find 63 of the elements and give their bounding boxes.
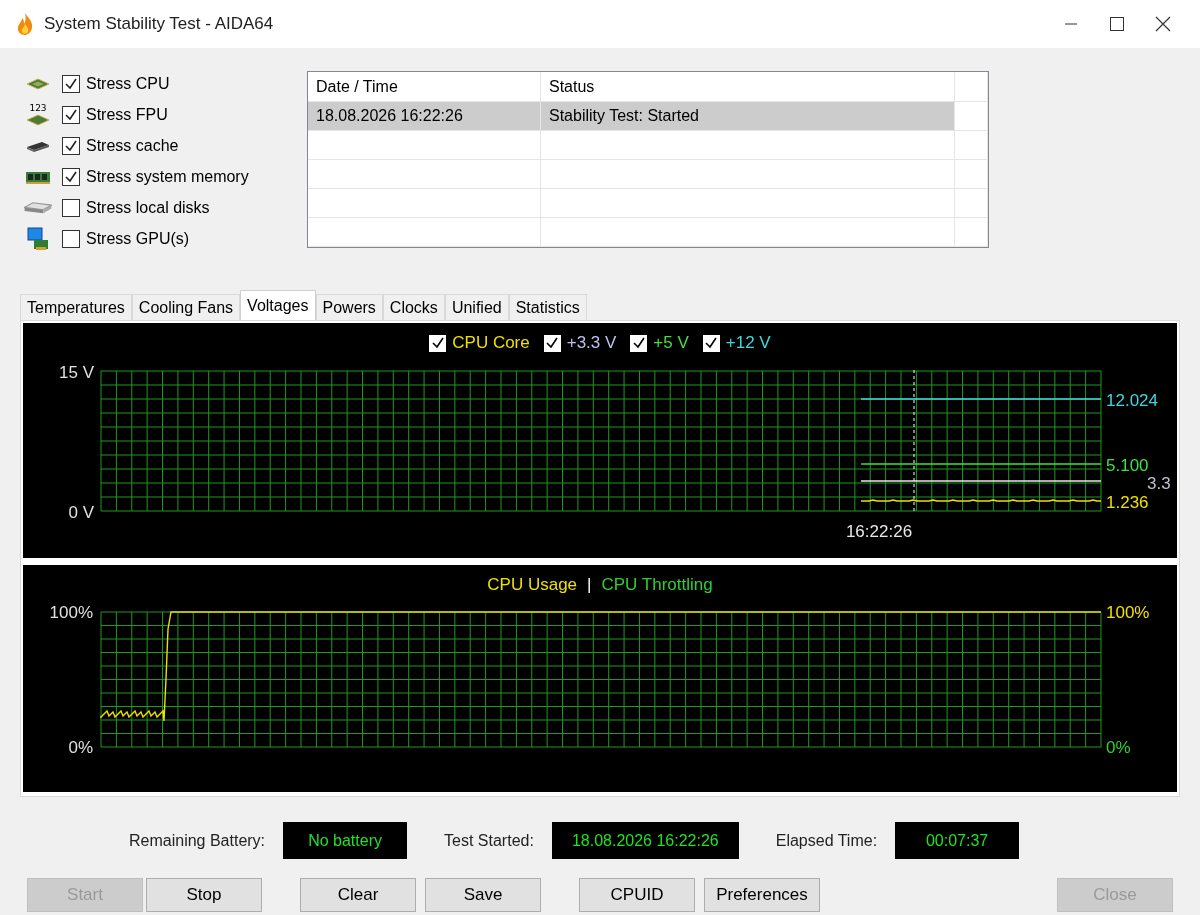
time-label: 16:22:26: [845, 522, 913, 541]
axis-label: 0%: [68, 738, 93, 757]
tab[interactable]: Statistics: [508, 294, 587, 320]
table-cell: [955, 131, 988, 160]
table-cell: [955, 160, 988, 189]
action-button[interactable]: CPUID: [579, 878, 695, 912]
axis-label: 100%: [1106, 604, 1150, 622]
axis-label: 100%: [49, 604, 93, 622]
checkbox[interactable]: [62, 75, 80, 93]
table-cell: [955, 102, 988, 131]
tab[interactable]: Clocks: [382, 294, 445, 320]
table-cell[interactable]: Stability Test: Started: [541, 102, 955, 131]
table-cell: [955, 218, 988, 247]
voltage-reading: 1.236: [1106, 493, 1149, 512]
tab[interactable]: Temperatures: [20, 294, 132, 320]
voltage-reading: 12.024: [1106, 391, 1158, 410]
checkbox[interactable]: [62, 106, 80, 124]
checkbox-label: Stress CPU: [86, 75, 170, 93]
status-value: No battery: [283, 822, 408, 859]
legend-label: +5 V: [653, 333, 689, 353]
action-button[interactable]: Preferences: [704, 878, 820, 912]
close-icon[interactable]: [1155, 16, 1171, 32]
voltage-reading: 3.3: [1147, 474, 1171, 493]
legend-separator: |: [587, 574, 592, 595]
checkbox[interactable]: [62, 230, 80, 248]
legend-label: +3.3 V: [566, 333, 617, 353]
tab[interactable]: Cooling Fans: [131, 294, 241, 320]
checkbox-label: Stress local disks: [86, 199, 210, 217]
tab[interactable]: Powers: [315, 294, 383, 320]
checkbox-label: Stress GPU(s): [86, 230, 190, 248]
axis-label: 0 V: [68, 503, 94, 522]
axis-label: 0%: [1106, 738, 1131, 757]
checkbox-label: Stress cache: [86, 137, 179, 155]
legend-checkbox[interactable]: [630, 334, 648, 352]
checkbox[interactable]: [62, 137, 80, 155]
checkbox-label: Stress FPU: [86, 106, 168, 124]
status-label: Remaining Battery:: [129, 831, 266, 850]
action-button[interactable]: Save: [425, 878, 541, 912]
voltage-reading: 5.100: [1106, 456, 1149, 475]
action-button[interactable]: Stop: [146, 878, 262, 912]
checkbox-label: Stress system memory: [86, 168, 249, 186]
legend-checkbox[interactable]: [429, 334, 447, 352]
legend-label: CPU Usage: [487, 574, 578, 595]
legend-checkbox[interactable]: [702, 334, 720, 352]
status-value: 18.08.2026 16:22:26: [551, 822, 739, 859]
status-label: Elapsed Time:: [775, 831, 878, 850]
tab[interactable]: Unified: [444, 294, 509, 320]
axis-label: 15 V: [59, 363, 94, 382]
column-header: [955, 72, 988, 102]
window-title: System Stability Test - AIDA64: [44, 14, 274, 34]
action-button[interactable]: Clear: [300, 878, 416, 912]
table-cell: [955, 189, 988, 218]
table-cell[interactable]: 18.08.2026 16:22:26: [308, 102, 541, 131]
checkbox[interactable]: [62, 199, 80, 217]
legend-label: +12 V: [725, 333, 771, 353]
status-label: Test Started:: [444, 831, 534, 850]
status-value: 00:07:37: [895, 822, 1020, 859]
maximize-icon[interactable]: [1109, 16, 1125, 32]
legend-label: CPU Core: [452, 333, 530, 353]
legend-label: CPU Throttling: [601, 574, 713, 595]
legend-checkbox[interactable]: [543, 334, 561, 352]
checkbox[interactable]: [62, 168, 80, 186]
tab[interactable]: Voltages: [240, 290, 316, 320]
